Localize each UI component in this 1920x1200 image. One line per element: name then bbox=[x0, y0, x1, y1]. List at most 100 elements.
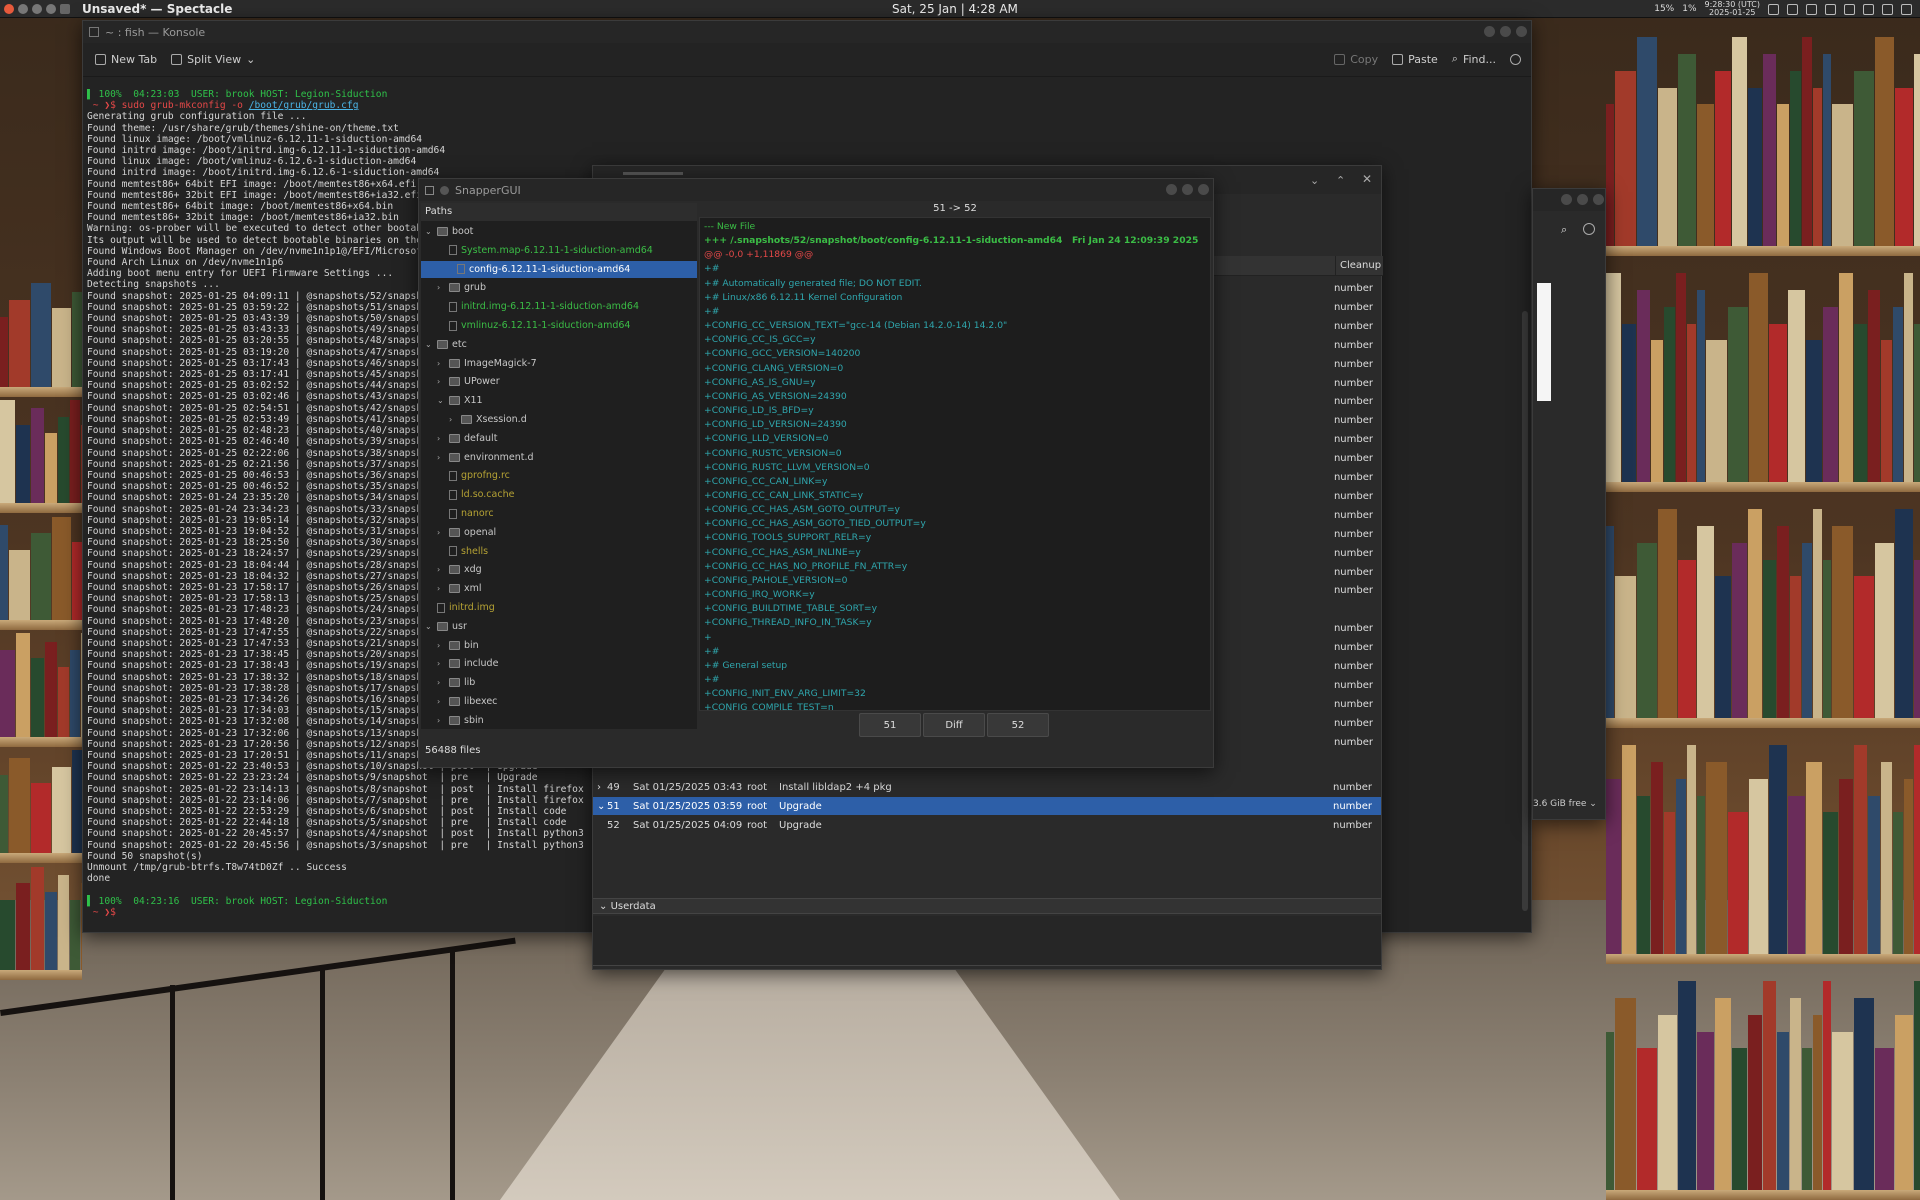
tree-file-item[interactable]: config-6.12.11-1-siduction-amd64 bbox=[421, 260, 697, 278]
chevron-right-icon[interactable]: › bbox=[437, 565, 445, 574]
tree-folder-item[interactable]: › sbin bbox=[437, 712, 484, 729]
konsole-titlebar[interactable]: ~ : fish — Konsole bbox=[83, 21, 1531, 43]
userdata-section-header[interactable]: ⌄ Userdata bbox=[593, 898, 1381, 914]
paste-button[interactable]: Paste bbox=[1392, 52, 1438, 66]
copy-button[interactable]: Copy bbox=[1334, 52, 1378, 66]
more-icon[interactable] bbox=[1583, 223, 1595, 235]
new-tab-button[interactable]: New Tab bbox=[95, 53, 157, 66]
tree-folder-item[interactable]: › include bbox=[437, 655, 498, 672]
bluetooth-icon[interactable] bbox=[1825, 3, 1836, 15]
tray-clock[interactable]: 9:28:30 (UTC) 2025-01-25 bbox=[1705, 1, 1760, 17]
snappergui-titlebar[interactable]: SnapperGUI bbox=[419, 179, 1213, 201]
maximize-icon[interactable] bbox=[1182, 184, 1193, 195]
chevron-right-icon[interactable]: › bbox=[437, 659, 445, 668]
chevron-right-icon[interactable]: › bbox=[437, 697, 445, 706]
tree-folder-item[interactable]: ⌄ usr bbox=[425, 618, 467, 635]
tree-file-item[interactable]: initrd.img bbox=[437, 599, 495, 616]
snapshot-row[interactable]: 52 Sat 01/25/2025 04:09 root Upgrade number bbox=[593, 816, 1381, 834]
pin-icon[interactable] bbox=[440, 185, 449, 195]
tree-folder-item[interactable]: ⌄ boot bbox=[425, 223, 473, 240]
column-header-cleanup[interactable]: Cleanup bbox=[1335, 256, 1383, 276]
close-window-icon[interactable] bbox=[4, 3, 14, 14]
tree-file-item[interactable]: initrd.img-6.12.11-1-siduction-amd64 bbox=[449, 298, 639, 315]
tree-file-item[interactable]: vmlinuz-6.12.11-1-siduction-amd64 bbox=[449, 317, 630, 334]
hamburger-menu-button[interactable] bbox=[1510, 52, 1521, 66]
chevron-right-icon[interactable]: › bbox=[437, 641, 445, 650]
diff-button[interactable]: Diff bbox=[923, 713, 985, 737]
chevron-right-icon[interactable]: › bbox=[437, 377, 445, 386]
file-manager-titlebar[interactable] bbox=[1533, 189, 1605, 211]
chevron-right-icon[interactable]: › bbox=[437, 584, 445, 593]
clipboard-icon[interactable] bbox=[1768, 3, 1779, 15]
diff-view[interactable]: --- New File +++ /.snapshots/52/snapshot/… bbox=[699, 217, 1211, 711]
battery-a-percent[interactable]: 15% bbox=[1654, 4, 1674, 14]
split-view-button[interactable]: Split View ⌄ bbox=[171, 53, 255, 66]
tree-file-item[interactable]: shells bbox=[449, 543, 488, 560]
snapshot-51-button[interactable]: 51 bbox=[859, 713, 921, 737]
battery-b-percent[interactable]: 1% bbox=[1682, 4, 1696, 14]
minimize-icon[interactable] bbox=[1166, 184, 1177, 195]
chevron-down-icon[interactable]: ⌄ bbox=[425, 622, 433, 631]
chevron-right-icon[interactable]: › bbox=[437, 359, 445, 368]
wifi-icon[interactable] bbox=[1882, 3, 1893, 15]
expand-tray-icon[interactable] bbox=[1901, 3, 1912, 15]
free-space-label[interactable]: 3.6 GiB free ⌄ bbox=[1533, 799, 1597, 809]
chevron-right-icon[interactable]: › bbox=[437, 453, 445, 462]
tree-file-item[interactable]: gprofng.rc bbox=[449, 467, 510, 484]
tree-folder-item[interactable]: › UPower bbox=[437, 373, 500, 390]
find-button[interactable]: ⌕ Find... bbox=[1452, 52, 1496, 66]
notes-icon[interactable] bbox=[1787, 3, 1798, 15]
close-icon[interactable] bbox=[1198, 184, 1209, 195]
search-icon[interactable]: ⌕ bbox=[1561, 223, 1567, 237]
network-icon[interactable] bbox=[1844, 3, 1855, 15]
terminal-scrollbar[interactable] bbox=[1522, 311, 1528, 911]
tree-file-item[interactable]: ld.so.cache bbox=[449, 486, 514, 503]
close-icon[interactable] bbox=[1593, 194, 1604, 205]
chevron-right-icon[interactable]: › bbox=[437, 678, 445, 687]
tree-folder-item[interactable]: › environment.d bbox=[437, 449, 534, 466]
chevron-right-icon[interactable]: › bbox=[437, 528, 445, 537]
maximize-icon[interactable] bbox=[1577, 194, 1588, 205]
diff-line: +CONFIG_AS_IS_GNU=y bbox=[704, 376, 816, 388]
tree-folder-item[interactable]: › grub bbox=[437, 279, 486, 296]
brightness-icon[interactable] bbox=[1863, 3, 1874, 15]
chevron-right-icon[interactable]: › bbox=[437, 283, 445, 292]
minimize-icon[interactable] bbox=[1561, 194, 1572, 205]
tree-file-item[interactable]: nanorc bbox=[449, 505, 494, 522]
tree-folder-item[interactable]: › default bbox=[437, 430, 497, 447]
tree-folder-item[interactable]: › bin bbox=[437, 637, 479, 654]
close-icon[interactable] bbox=[1516, 26, 1527, 37]
tree-folder-item[interactable]: ⌄ X11 bbox=[437, 392, 483, 409]
chevron-up-icon[interactable]: ⌃ bbox=[1336, 174, 1347, 187]
tree-folder-item[interactable]: › xml bbox=[437, 580, 482, 597]
chevron-down-icon[interactable]: ⌄ bbox=[437, 396, 445, 405]
snapshot-52-button[interactable]: 52 bbox=[987, 713, 1049, 737]
chevron-right-icon[interactable]: › bbox=[437, 716, 445, 725]
tree-folder-item[interactable]: › xdg bbox=[437, 561, 482, 578]
userdata-body[interactable] bbox=[593, 916, 1381, 966]
snapshot-row[interactable]: › 49 Sat 01/25/2025 03:43 root Install libld… bbox=[593, 778, 1381, 796]
chevron-down-icon[interactable]: ⌄ bbox=[425, 227, 433, 236]
volume-icon[interactable] bbox=[1806, 3, 1817, 15]
minimize-window-icon[interactable] bbox=[18, 3, 28, 14]
tree-folder-item[interactable]: › lib bbox=[437, 674, 475, 691]
panel-clock[interactable]: Sat, 25 Jan | 4:28 AM bbox=[892, 2, 1018, 16]
keep-above-icon[interactable] bbox=[46, 3, 56, 14]
maximize-icon[interactable] bbox=[1500, 26, 1511, 37]
tree-folder-item[interactable]: ⌄ etc bbox=[425, 336, 467, 353]
chevron-down-icon[interactable]: ⌄ bbox=[1310, 174, 1321, 187]
chevron-down-icon[interactable]: ⌄ bbox=[425, 340, 433, 349]
minimize-icon[interactable] bbox=[1484, 26, 1495, 37]
snapshot-row[interactable]: ⌄ 51 Sat 01/25/2025 03:59 root Upgrade number bbox=[593, 797, 1381, 815]
maximize-window-icon[interactable] bbox=[32, 3, 42, 14]
tree-folder-item[interactable]: › Xsession.d bbox=[449, 411, 527, 428]
chevron-right-icon[interactable]: › bbox=[437, 434, 445, 443]
tree-file-item[interactable]: System.map-6.12.11-1-siduction-amd64 bbox=[449, 242, 653, 259]
diff-line: +CONFIG_RUSTC_VERSION=0 bbox=[704, 447, 842, 459]
app-menu-icon[interactable] bbox=[60, 3, 70, 14]
tree-folder-item[interactable]: › libexec bbox=[437, 693, 497, 710]
tree-folder-item[interactable]: › openal bbox=[437, 524, 496, 541]
close-icon[interactable]: ✕ bbox=[1362, 172, 1373, 186]
chevron-right-icon[interactable]: › bbox=[449, 415, 457, 424]
tree-folder-item[interactable]: › ImageMagick-7 bbox=[437, 355, 537, 372]
